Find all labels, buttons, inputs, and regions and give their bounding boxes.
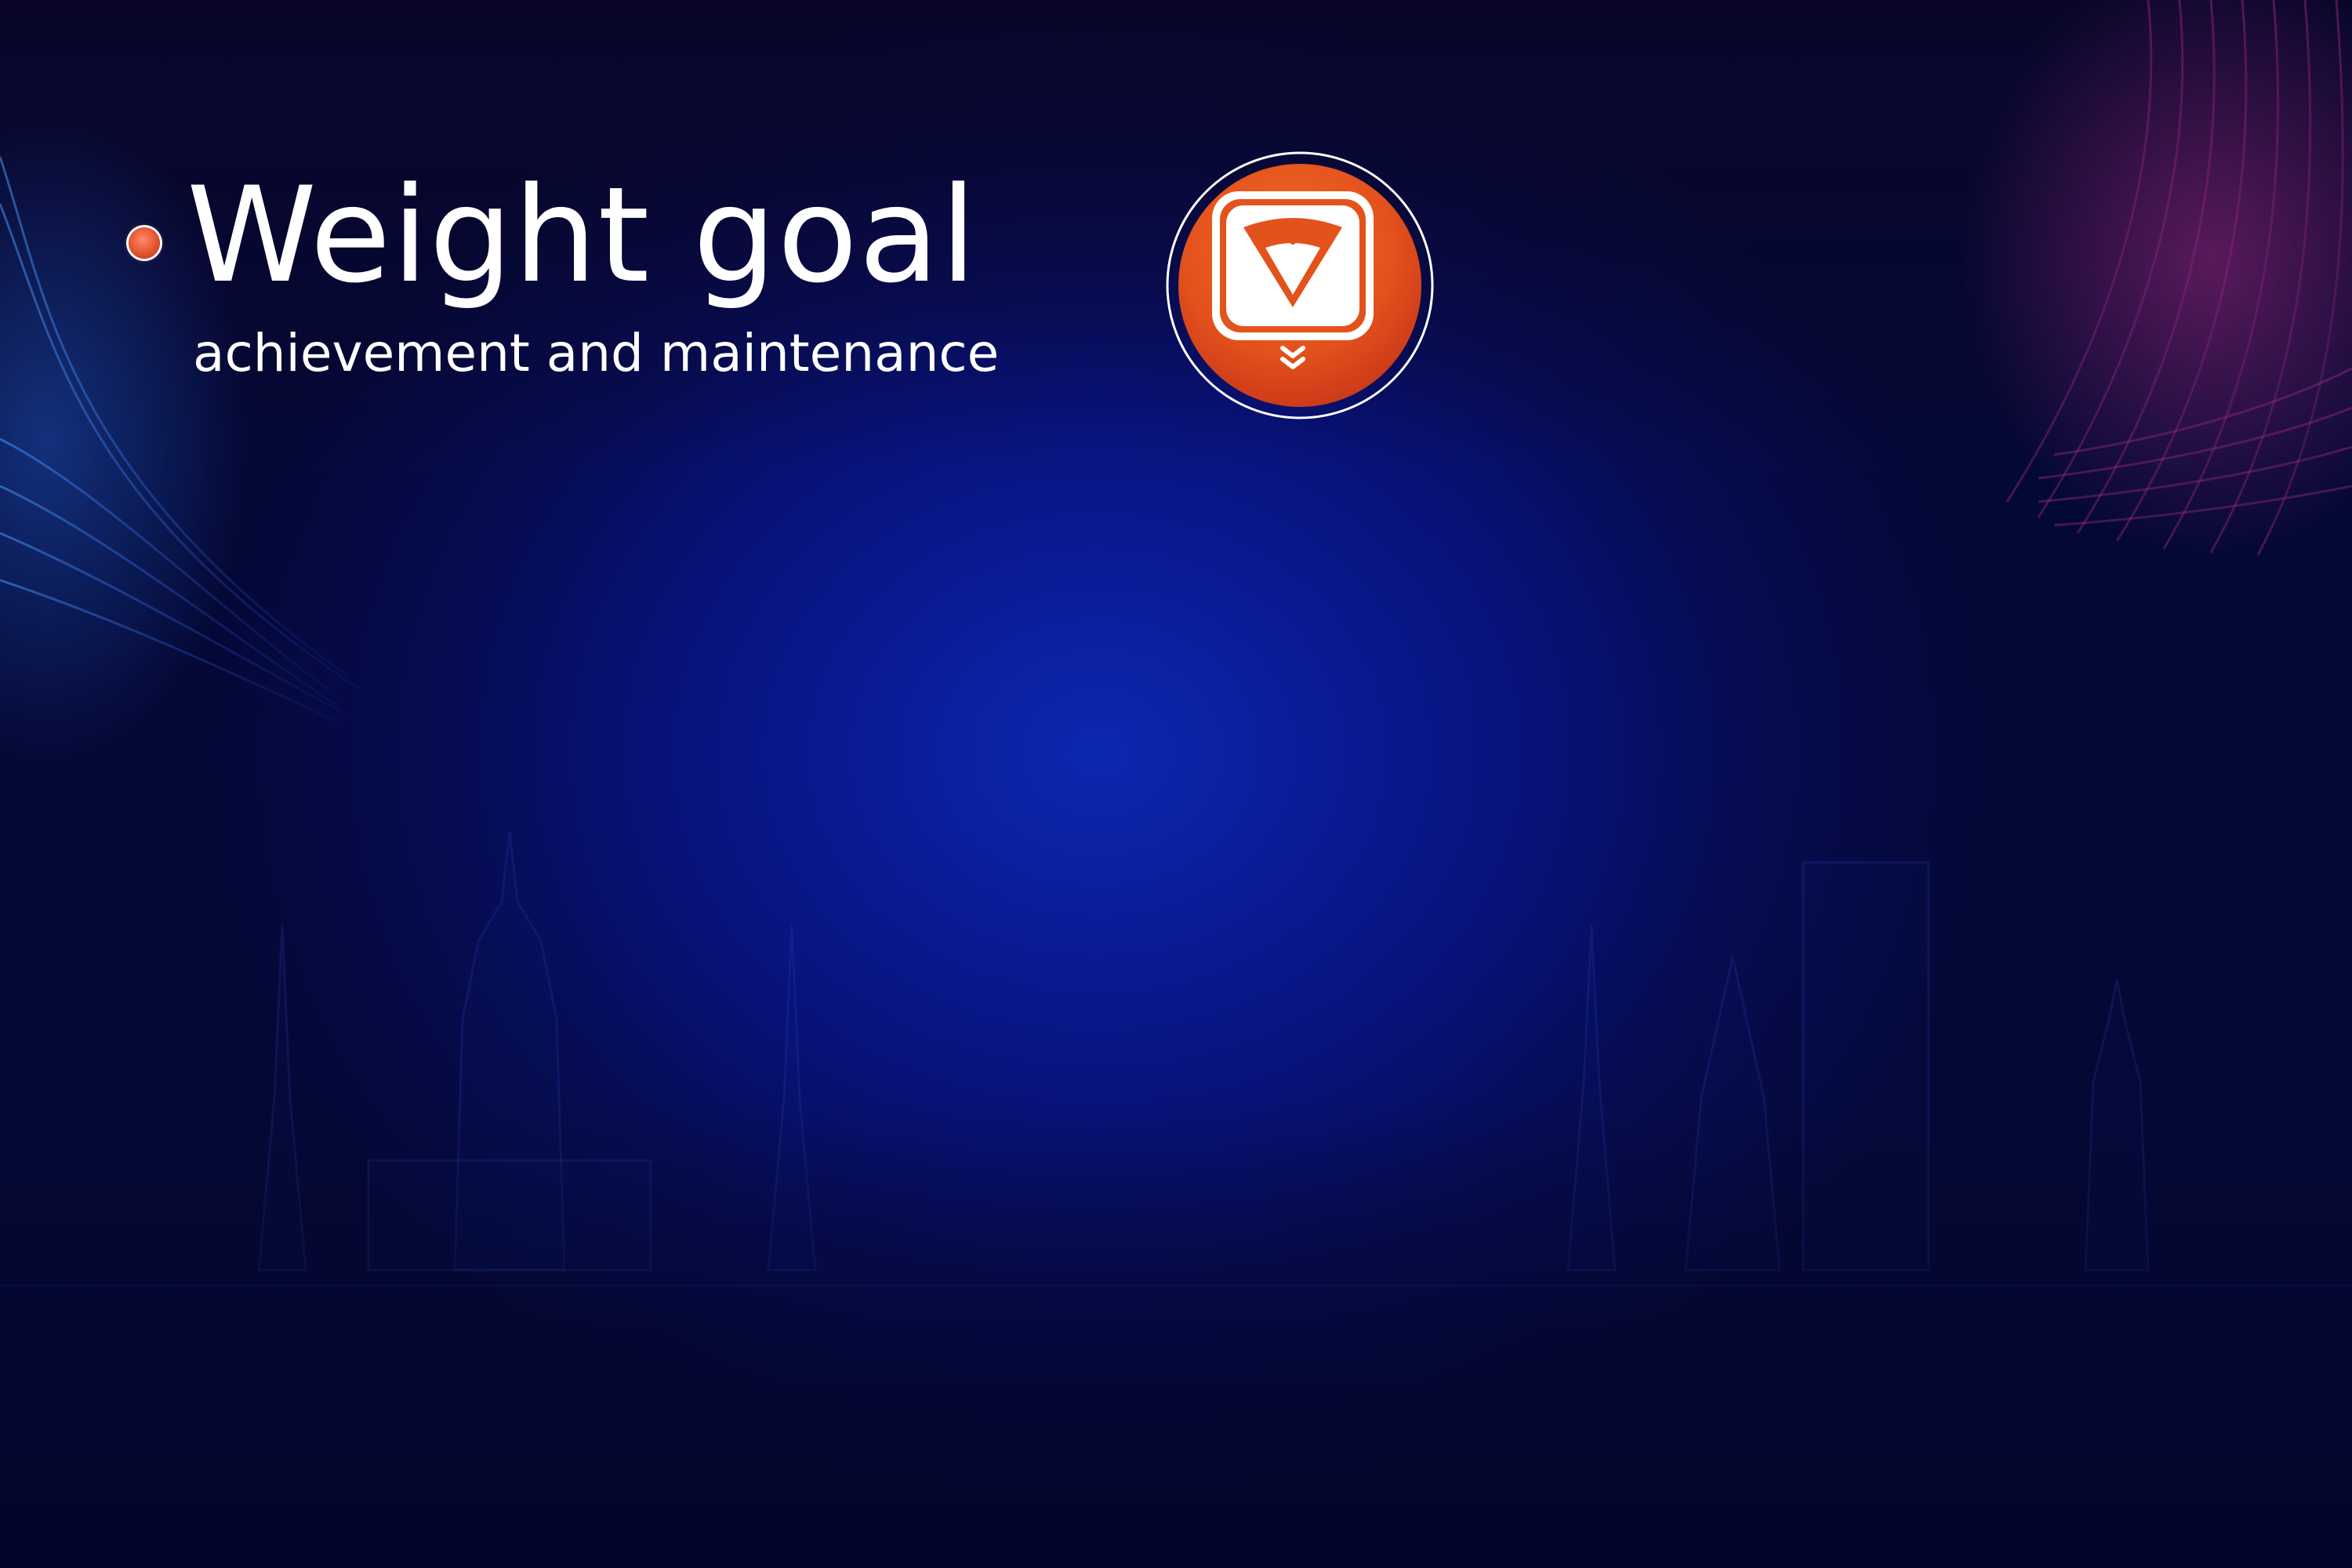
slide-title: Weight goal	[187, 158, 978, 312]
scale-needle-pivot	[1290, 238, 1296, 245]
slide-subtitle: achievement and maintenance	[193, 323, 1000, 383]
background-bottom-fade	[0, 1098, 2352, 1568]
bullet-dot	[129, 227, 160, 259]
slide-canvas: Weight goal achievement and maintenance	[0, 0, 2352, 1568]
weighing-scale-icon	[1166, 151, 1434, 419]
